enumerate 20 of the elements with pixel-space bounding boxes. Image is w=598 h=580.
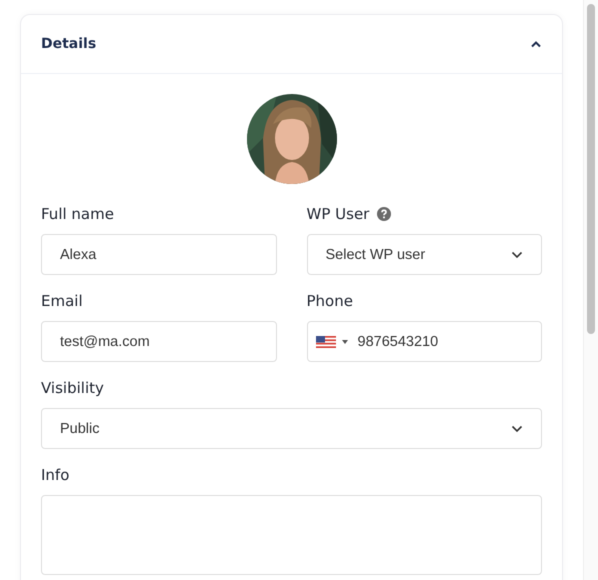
scrollbar[interactable] [583,0,598,580]
select-dropdown[interactable]: Select WP user [306,234,542,275]
flag-icon[interactable] [316,336,336,348]
field-label: Visibility [41,379,104,397]
caret-icon[interactable] [342,340,348,344]
phone-field[interactable]: 9876543210 [306,321,542,362]
field-label: Phone [306,292,353,310]
text-field[interactable]: test@ma.com [41,321,276,362]
scrollbar-thumb[interactable] [587,4,595,334]
collapse-chevron-icon[interactable] [530,40,542,48]
field-label: Info [41,466,70,484]
chevron-down-icon [511,250,523,258]
panel-title: Details [41,36,96,52]
field-label: WP User [306,205,370,223]
chevron-down-icon [511,424,523,432]
field-label: Full name [41,205,114,223]
select-dropdown[interactable]: Public [41,408,542,449]
field-label: Email [41,292,83,310]
help-icon[interactable] [377,207,392,221]
text-field[interactable]: Alexa [41,234,276,275]
